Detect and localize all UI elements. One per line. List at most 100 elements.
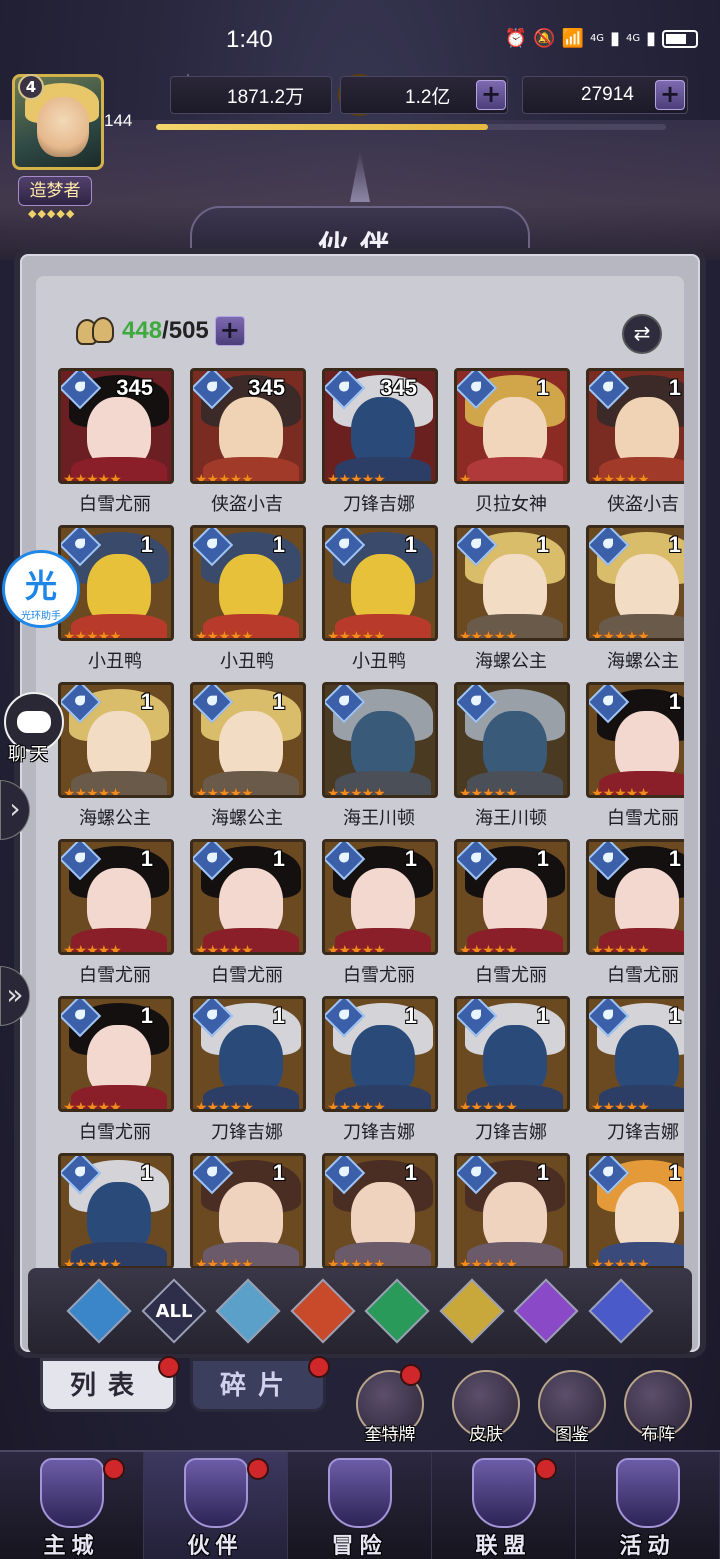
helper-label: 光环助手 bbox=[21, 611, 61, 622]
partner-level: 1 bbox=[404, 1160, 417, 1185]
partner-portrait: 345 ★★★★★ bbox=[190, 368, 306, 484]
partner-card[interactable]: 1 ★★★★★ 小丑鸭 bbox=[188, 525, 320, 682]
nav-badge bbox=[247, 1458, 269, 1480]
partner-card[interactable]: 1 ★★★★★ 白雪尤丽 bbox=[56, 839, 188, 996]
chat-label: 聊天 bbox=[8, 744, 52, 765]
partner-card[interactable]: 1 ★★★★★ 白雪尤丽 bbox=[584, 682, 684, 839]
nav-label: 联盟 bbox=[475, 1533, 532, 1559]
filter-label bbox=[227, 1290, 269, 1332]
add-gold-button[interactable]: + bbox=[476, 80, 506, 110]
nav-partner[interactable]: 伙伴 bbox=[144, 1452, 288, 1559]
partner-portrait: 1 ★★★★★ bbox=[586, 996, 684, 1112]
add-gem-button[interactable]: + bbox=[655, 80, 685, 110]
tab-list-badge bbox=[158, 1356, 180, 1378]
filter-dark-icon[interactable] bbox=[513, 1278, 579, 1344]
partner-card[interactable]: 1 ★★★★★ bbox=[320, 1153, 452, 1276]
nav-alliance[interactable]: 联盟 bbox=[432, 1452, 576, 1559]
partner-portrait: 1 ★★★★★ bbox=[190, 682, 306, 798]
partner-portrait: 1 ★★★★★ bbox=[322, 1153, 438, 1269]
nav-adventure[interactable]: 冒险 bbox=[288, 1452, 432, 1559]
partner-card[interactable]: 1 ★★★★★ 刀锋吉娜 bbox=[320, 996, 452, 1153]
roster-count-current: 448 bbox=[122, 317, 163, 344]
tab-shards[interactable]: 碎片 bbox=[190, 1358, 326, 1412]
filter-wind-icon[interactable] bbox=[364, 1278, 430, 1344]
tab-list[interactable]: 列表 bbox=[40, 1358, 176, 1412]
nav-event[interactable]: 活动 bbox=[576, 1452, 720, 1559]
element-filter-bar: ALL bbox=[28, 1268, 692, 1354]
helper-button[interactable]: 光 光环助手 bbox=[2, 550, 80, 628]
castle-icon bbox=[40, 1458, 104, 1528]
partner-stars: ★★★★★ bbox=[459, 943, 518, 955]
filter-shield-icon[interactable] bbox=[66, 1278, 132, 1344]
partner-card[interactable]: 1 ★★★★★ 海螺公主 bbox=[452, 525, 584, 682]
partner-card[interactable]: 1 ★★★★★ 白雪尤丽 bbox=[56, 996, 188, 1153]
partner-card[interactable]: 1 ★ 贝拉女神 bbox=[452, 368, 584, 525]
partner-portrait: ★★★★★ bbox=[322, 682, 438, 798]
partner-level: 1 bbox=[668, 532, 681, 557]
bottom-nav: 主城 伙伴 冒险 联盟 活动 bbox=[0, 1450, 720, 1559]
partner-level: 1 bbox=[536, 532, 549, 557]
partner-name: 小丑鸭 bbox=[88, 651, 142, 672]
filter-light-icon[interactable] bbox=[439, 1278, 505, 1344]
nav-label: 活动 bbox=[619, 1533, 676, 1559]
partner-card[interactable]: 1 ★★★★★ 刀锋吉娜 bbox=[452, 996, 584, 1153]
partner-card[interactable]: 1 ★★★★★ 白雪尤丽 bbox=[452, 839, 584, 996]
expand-roster-button[interactable]: + bbox=[214, 316, 245, 346]
partner-level: 1 bbox=[536, 1160, 549, 1185]
partner-card[interactable]: 1 ★★★★★ 海螺公主 bbox=[56, 682, 188, 839]
partner-card[interactable]: 1 ★★★★★ 刀锋吉娜 bbox=[188, 996, 320, 1153]
adventure-icon bbox=[328, 1458, 392, 1528]
partner-card[interactable]: 1 ★★★★★ 海螺公主 bbox=[584, 525, 684, 682]
swap-sort-button[interactable]: ⇄ bbox=[622, 314, 662, 354]
partner-card[interactable]: 1 ★★★★★ bbox=[584, 1153, 684, 1276]
partner-card[interactable]: ★★★★★ 海王川顿 bbox=[320, 682, 452, 839]
partner-name: 刀锋吉娜 bbox=[343, 1122, 415, 1143]
partner-name: 小丑鸭 bbox=[352, 651, 406, 672]
partner-level: 345 bbox=[116, 375, 153, 400]
player-level: 144 bbox=[104, 111, 133, 130]
nav-castle[interactable]: 主城 bbox=[0, 1452, 144, 1559]
partner-card[interactable]: 1 ★★★★★ 白雪尤丽 bbox=[584, 839, 684, 996]
partner-portrait: 1 ★★★★★ bbox=[586, 682, 684, 798]
partner-name: 白雪尤丽 bbox=[79, 1122, 151, 1143]
gold-value: 1.2亿 bbox=[405, 86, 451, 108]
partner-level: 1 bbox=[536, 1003, 549, 1028]
partner-card[interactable]: 1 ★★★★★ 小丑鸭 bbox=[320, 525, 452, 682]
partner-stars: ★★★★★ bbox=[63, 629, 122, 641]
partner-card[interactable]: 1 ★★★★★ 白雪尤丽 bbox=[320, 839, 452, 996]
partner-level: 1 bbox=[404, 532, 417, 557]
partner-card[interactable]: 1 ★★★★★ 刀锋吉娜 bbox=[584, 996, 684, 1153]
partner-card[interactable]: 1 ★★★★★ bbox=[188, 1153, 320, 1276]
partner-portrait: 1 ★★★★★ bbox=[586, 525, 684, 641]
signal-label-b: 4G bbox=[625, 33, 641, 44]
partner-stars: ★★★★★ bbox=[591, 472, 650, 484]
partner-level: 345 bbox=[248, 375, 285, 400]
partner-level: 1 bbox=[140, 1160, 153, 1185]
filter-cosmic-icon[interactable] bbox=[588, 1278, 654, 1344]
signal-label-a: 4G bbox=[589, 33, 605, 44]
shortcut-label: 皮肤 bbox=[469, 1425, 503, 1445]
partner-card[interactable]: 1 ★★★★★ 侠盗小吉 bbox=[584, 368, 684, 525]
partner-stars: ★★★★★ bbox=[195, 1100, 254, 1112]
partner-card[interactable]: 1 ★★★★★ 海螺公主 bbox=[188, 682, 320, 839]
partner-card[interactable]: 345 ★★★★★ 刀锋吉娜 bbox=[320, 368, 452, 525]
partner-portrait: 1 ★ bbox=[454, 368, 570, 484]
partner-card[interactable]: ★★★★★ 海王川顿 bbox=[452, 682, 584, 839]
player-title[interactable]: 造梦者 bbox=[18, 176, 92, 206]
partner-card[interactable]: 345 ★★★★★ 白雪尤丽 bbox=[56, 368, 188, 525]
filter-all-icon[interactable]: ALL bbox=[141, 1278, 207, 1344]
filter-water-icon[interactable] bbox=[215, 1278, 281, 1344]
gem-value: 27914 bbox=[581, 84, 634, 105]
partner-portrait: 1 ★★★★★ bbox=[190, 996, 306, 1112]
partner-card[interactable]: 1 ★★★★★ 白雪尤丽 bbox=[188, 839, 320, 996]
partner-card[interactable]: 345 ★★★★★ 侠盗小吉 bbox=[188, 368, 320, 525]
partner-portrait: 1 ★★★★★ bbox=[58, 1153, 174, 1269]
partner-card[interactable]: 1 ★★★★★ bbox=[56, 1153, 188, 1276]
partner-stars: ★★★★★ bbox=[591, 786, 650, 798]
partner-stars: ★★★★★ bbox=[195, 943, 254, 955]
partner-level: 1 bbox=[272, 1003, 285, 1028]
filter-fire-icon[interactable] bbox=[290, 1278, 356, 1344]
partner-card[interactable]: 1 ★★★★★ bbox=[452, 1153, 584, 1276]
partner-stars: ★★★★★ bbox=[591, 1100, 650, 1112]
partner-stars: ★★★★★ bbox=[63, 1100, 122, 1112]
